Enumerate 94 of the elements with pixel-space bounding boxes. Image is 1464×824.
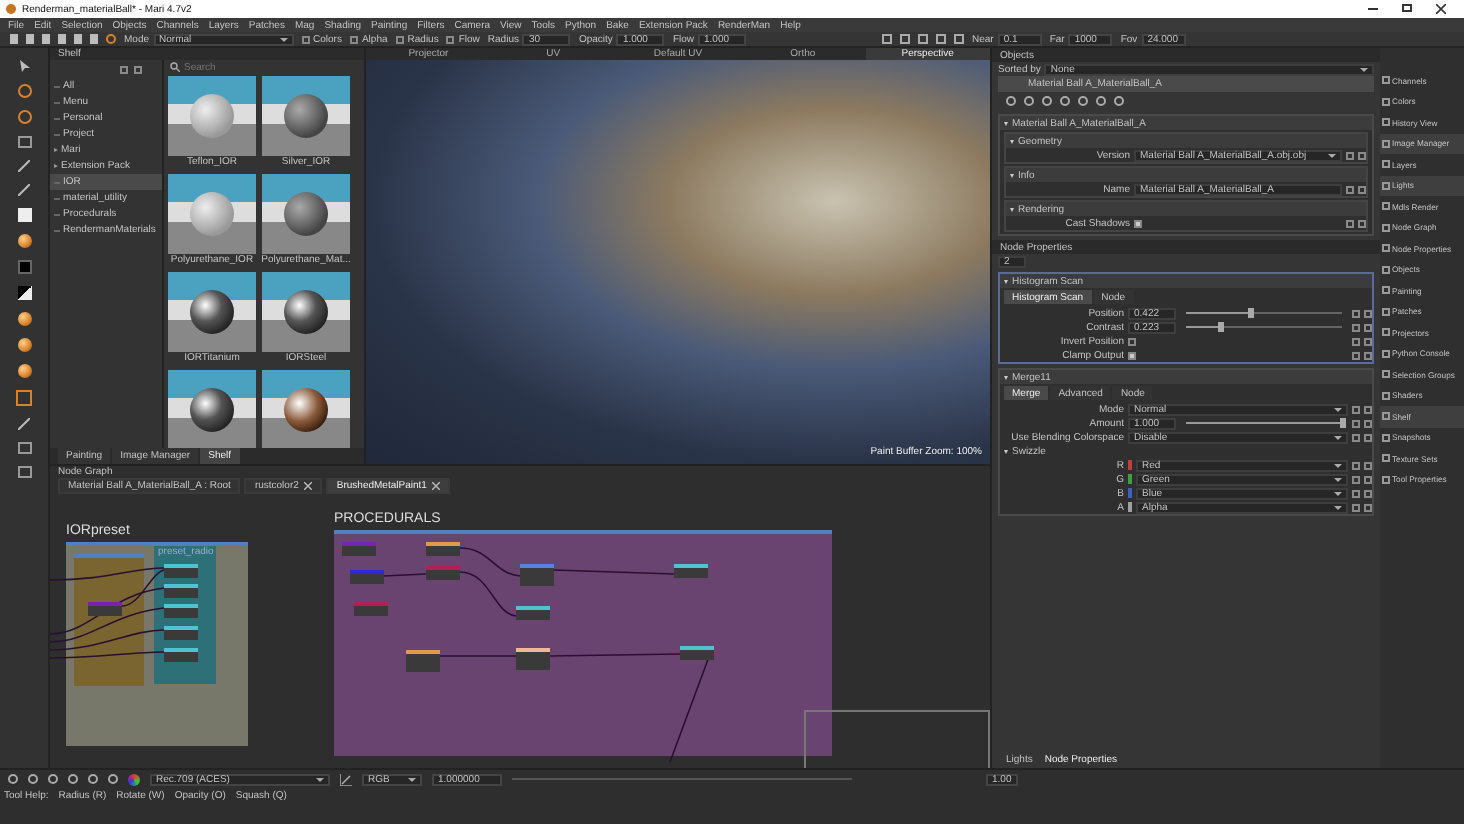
square-icon[interactable] — [17, 442, 31, 454]
checkbox[interactable] — [301, 35, 310, 43]
swap-colors-icon[interactable] — [17, 286, 31, 300]
panel-icon — [1382, 412, 1390, 421]
panel-icon — [1382, 433, 1390, 442]
caret-icon — [1328, 153, 1336, 157]
material-preview[interactable] — [262, 272, 350, 352]
graph-node[interactable] — [164, 564, 198, 578]
graph-node[interactable] — [426, 566, 460, 580]
graph-node[interactable] — [350, 570, 384, 584]
graph-node[interactable] — [680, 646, 714, 660]
expand-arrow-icon[interactable] — [1004, 449, 1008, 453]
panel-icon — [1382, 139, 1390, 148]
target-icon[interactable] — [106, 34, 116, 44]
graph-node[interactable] — [516, 606, 550, 620]
panel-icon — [1382, 160, 1390, 169]
graph-node[interactable] — [674, 564, 708, 578]
panel-icon — [1382, 97, 1390, 106]
expand-arrow-icon[interactable] — [1010, 207, 1014, 211]
square-icon[interactable] — [17, 466, 31, 478]
caret-icon — [1334, 491, 1342, 495]
close-icon[interactable] — [432, 482, 441, 490]
checkbox[interactable] — [395, 35, 404, 43]
caret-icon — [1334, 435, 1342, 439]
panel-icon — [1382, 244, 1390, 253]
close-icon[interactable] — [304, 482, 313, 490]
graph-node[interactable] — [516, 648, 550, 670]
app-logo-icon — [6, 4, 16, 14]
checkbox[interactable] — [349, 35, 358, 43]
graph-node[interactable] — [520, 564, 554, 586]
checkbox[interactable] — [1128, 337, 1136, 345]
connection-wire — [439, 655, 517, 657]
panel-icon — [1382, 118, 1390, 127]
panel-icon — [1382, 76, 1390, 85]
caret-icon — [1334, 463, 1342, 467]
maximize-icon[interactable] — [1402, 4, 1412, 12]
material-preview[interactable] — [168, 272, 256, 352]
expand-arrow-icon[interactable] — [1004, 279, 1008, 283]
panel-icon — [1382, 328, 1390, 337]
search-icon[interactable] — [170, 62, 180, 72]
graph-icon[interactable] — [340, 773, 352, 785]
caret-icon — [408, 777, 416, 781]
caret-icon — [1334, 407, 1342, 411]
panel-icon — [1382, 265, 1390, 274]
panel-icon — [1382, 349, 1390, 358]
graph-node[interactable] — [88, 602, 122, 616]
graph-node[interactable] — [342, 542, 376, 556]
material-preview[interactable] — [262, 76, 350, 156]
square-icon[interactable] — [17, 136, 31, 148]
graph-node[interactable] — [164, 604, 198, 618]
caret-icon — [1360, 67, 1368, 71]
pointer-icon[interactable] — [19, 60, 29, 72]
graph-node[interactable] — [164, 648, 198, 662]
graph-node[interactable] — [426, 542, 460, 556]
material-preview[interactable] — [168, 370, 256, 448]
expand-arrow-icon[interactable] — [1004, 121, 1008, 125]
material-preview[interactable] — [262, 370, 350, 448]
panel-icon — [1382, 391, 1390, 400]
pen-icon[interactable] — [18, 418, 30, 430]
frame-icon[interactable] — [16, 390, 32, 406]
expand-arrow-icon[interactable] — [1010, 173, 1014, 177]
slider-handle[interactable] — [1339, 418, 1345, 428]
checkbox[interactable] — [1128, 351, 1136, 359]
material-preview[interactable] — [262, 174, 350, 254]
panel-icon — [1382, 307, 1390, 316]
panel-icon — [1382, 370, 1390, 379]
graph-node[interactable] — [406, 650, 440, 672]
panel-icon — [1382, 223, 1390, 232]
color-wheel-icon[interactable] — [128, 773, 140, 785]
panel-icon — [1382, 202, 1390, 211]
caret-icon — [279, 37, 288, 41]
checkbox[interactable] — [1134, 219, 1142, 227]
panel-icon — [1382, 454, 1390, 463]
connection-wire — [553, 569, 675, 575]
graph-node[interactable] — [354, 602, 388, 616]
connection-wire — [383, 573, 427, 577]
graph-node[interactable] — [164, 626, 198, 640]
slider-handle[interactable] — [1248, 308, 1255, 318]
caret-icon — [316, 777, 324, 781]
checkbox[interactable] — [446, 35, 455, 43]
slider-handle[interactable] — [1217, 322, 1224, 332]
close-icon[interactable] — [1436, 4, 1446, 14]
panel-icon — [1382, 286, 1390, 295]
panel-icon — [1382, 181, 1390, 190]
caret-icon — [1334, 477, 1342, 481]
expand-arrow-icon[interactable] — [1004, 375, 1008, 379]
foreground-swatch[interactable] — [17, 208, 31, 222]
expand-arrow-icon[interactable] — [1010, 139, 1014, 143]
minimize-icon[interactable] — [1368, 4, 1378, 10]
panel-icon — [1382, 475, 1390, 484]
caret-icon — [1334, 505, 1342, 509]
sphere-icon[interactable] — [17, 234, 31, 248]
background-swatch[interactable] — [17, 260, 31, 274]
graph-node[interactable] — [164, 584, 198, 598]
